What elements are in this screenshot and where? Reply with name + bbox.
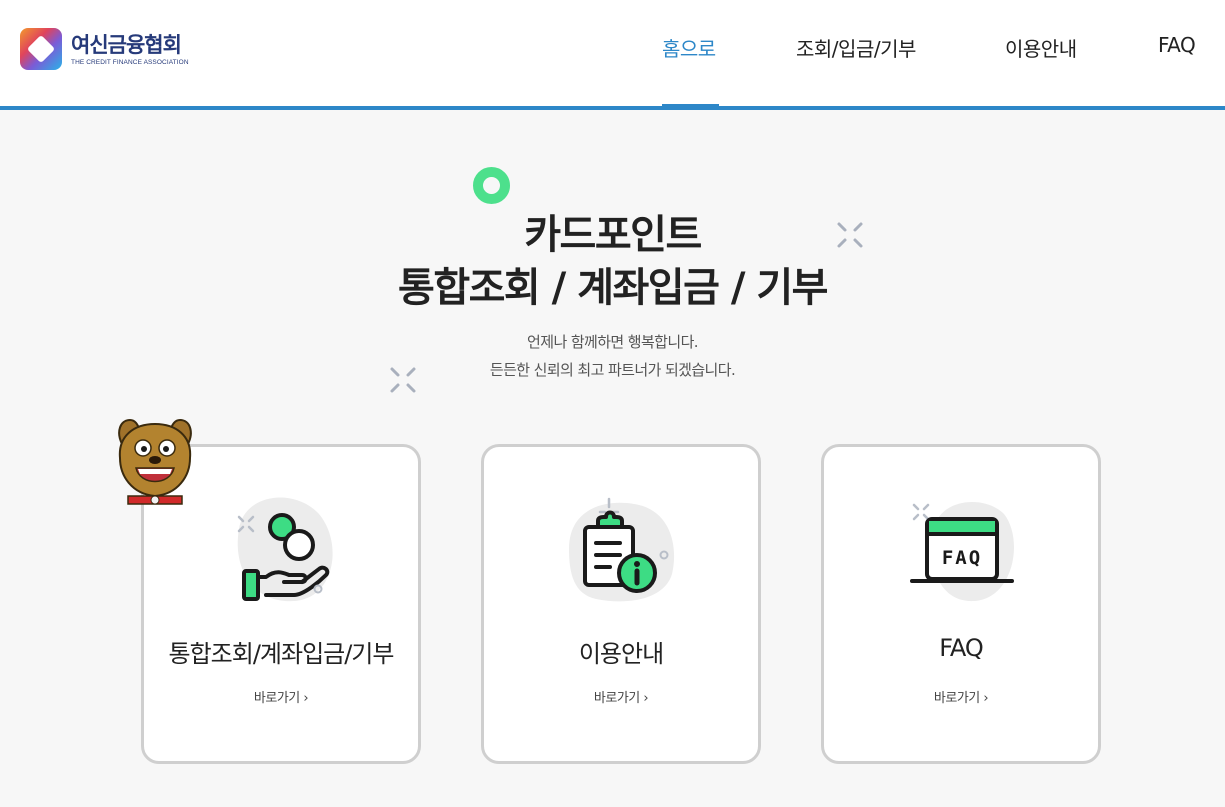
card-link[interactable]: 바로가기 › (824, 687, 1098, 706)
clipboard-info-icon (569, 497, 675, 602)
logo-title: 여신금융협회 (71, 32, 182, 57)
hero-subtitle-line1: 언제나 함께하면 행복합니다. (527, 333, 699, 351)
hero-subtitle-line2: 든든한 신뢰의 최고 파트너가 되겠습니다. (489, 361, 736, 379)
logo-subtitle: THE CREDIT FINANCE ASSOCIATION (71, 58, 189, 66)
nav-item-guide[interactable]: 이용안내 (1005, 33, 1077, 62)
site-header: 여신금융협회 THE CREDIT FINANCE ASSOCIATION 홈으… (0, 0, 1225, 110)
logo[interactable]: 여신금융협회 THE CREDIT FINANCE ASSOCIATION (20, 28, 189, 70)
hero-title-line1: 카드포인트 (524, 212, 702, 258)
ring-decoration (473, 167, 510, 204)
card-title: FAQ (939, 634, 984, 662)
card-guide[interactable]: 이용안내 바로가기 › (481, 444, 761, 764)
card-title: 이용안내 (578, 640, 664, 668)
card-faq[interactable]: FAQ FAQ 바로가기 › (821, 444, 1101, 764)
faq-window-icon: FAQ (910, 502, 1014, 602)
nav-active-indicator (662, 104, 719, 108)
nav-item-faq[interactable]: FAQ (1158, 33, 1196, 57)
card-link[interactable]: 바로가기 › (144, 687, 418, 706)
mascot-dog-icon (118, 418, 192, 505)
card-title: 통합조회/계좌입금/기부 (168, 640, 395, 668)
card-link[interactable]: 바로가기 › (484, 687, 758, 706)
faq-icon-text: FAQ (942, 547, 982, 569)
logo-mark-icon (20, 28, 62, 70)
nav-item-home[interactable]: 홈으로 (662, 33, 716, 62)
hero-title-line2: 통합조회 / 계좌입금 / 기부 (398, 265, 828, 311)
nav-item-lookup[interactable]: 조회/입금/기부 (796, 33, 916, 62)
